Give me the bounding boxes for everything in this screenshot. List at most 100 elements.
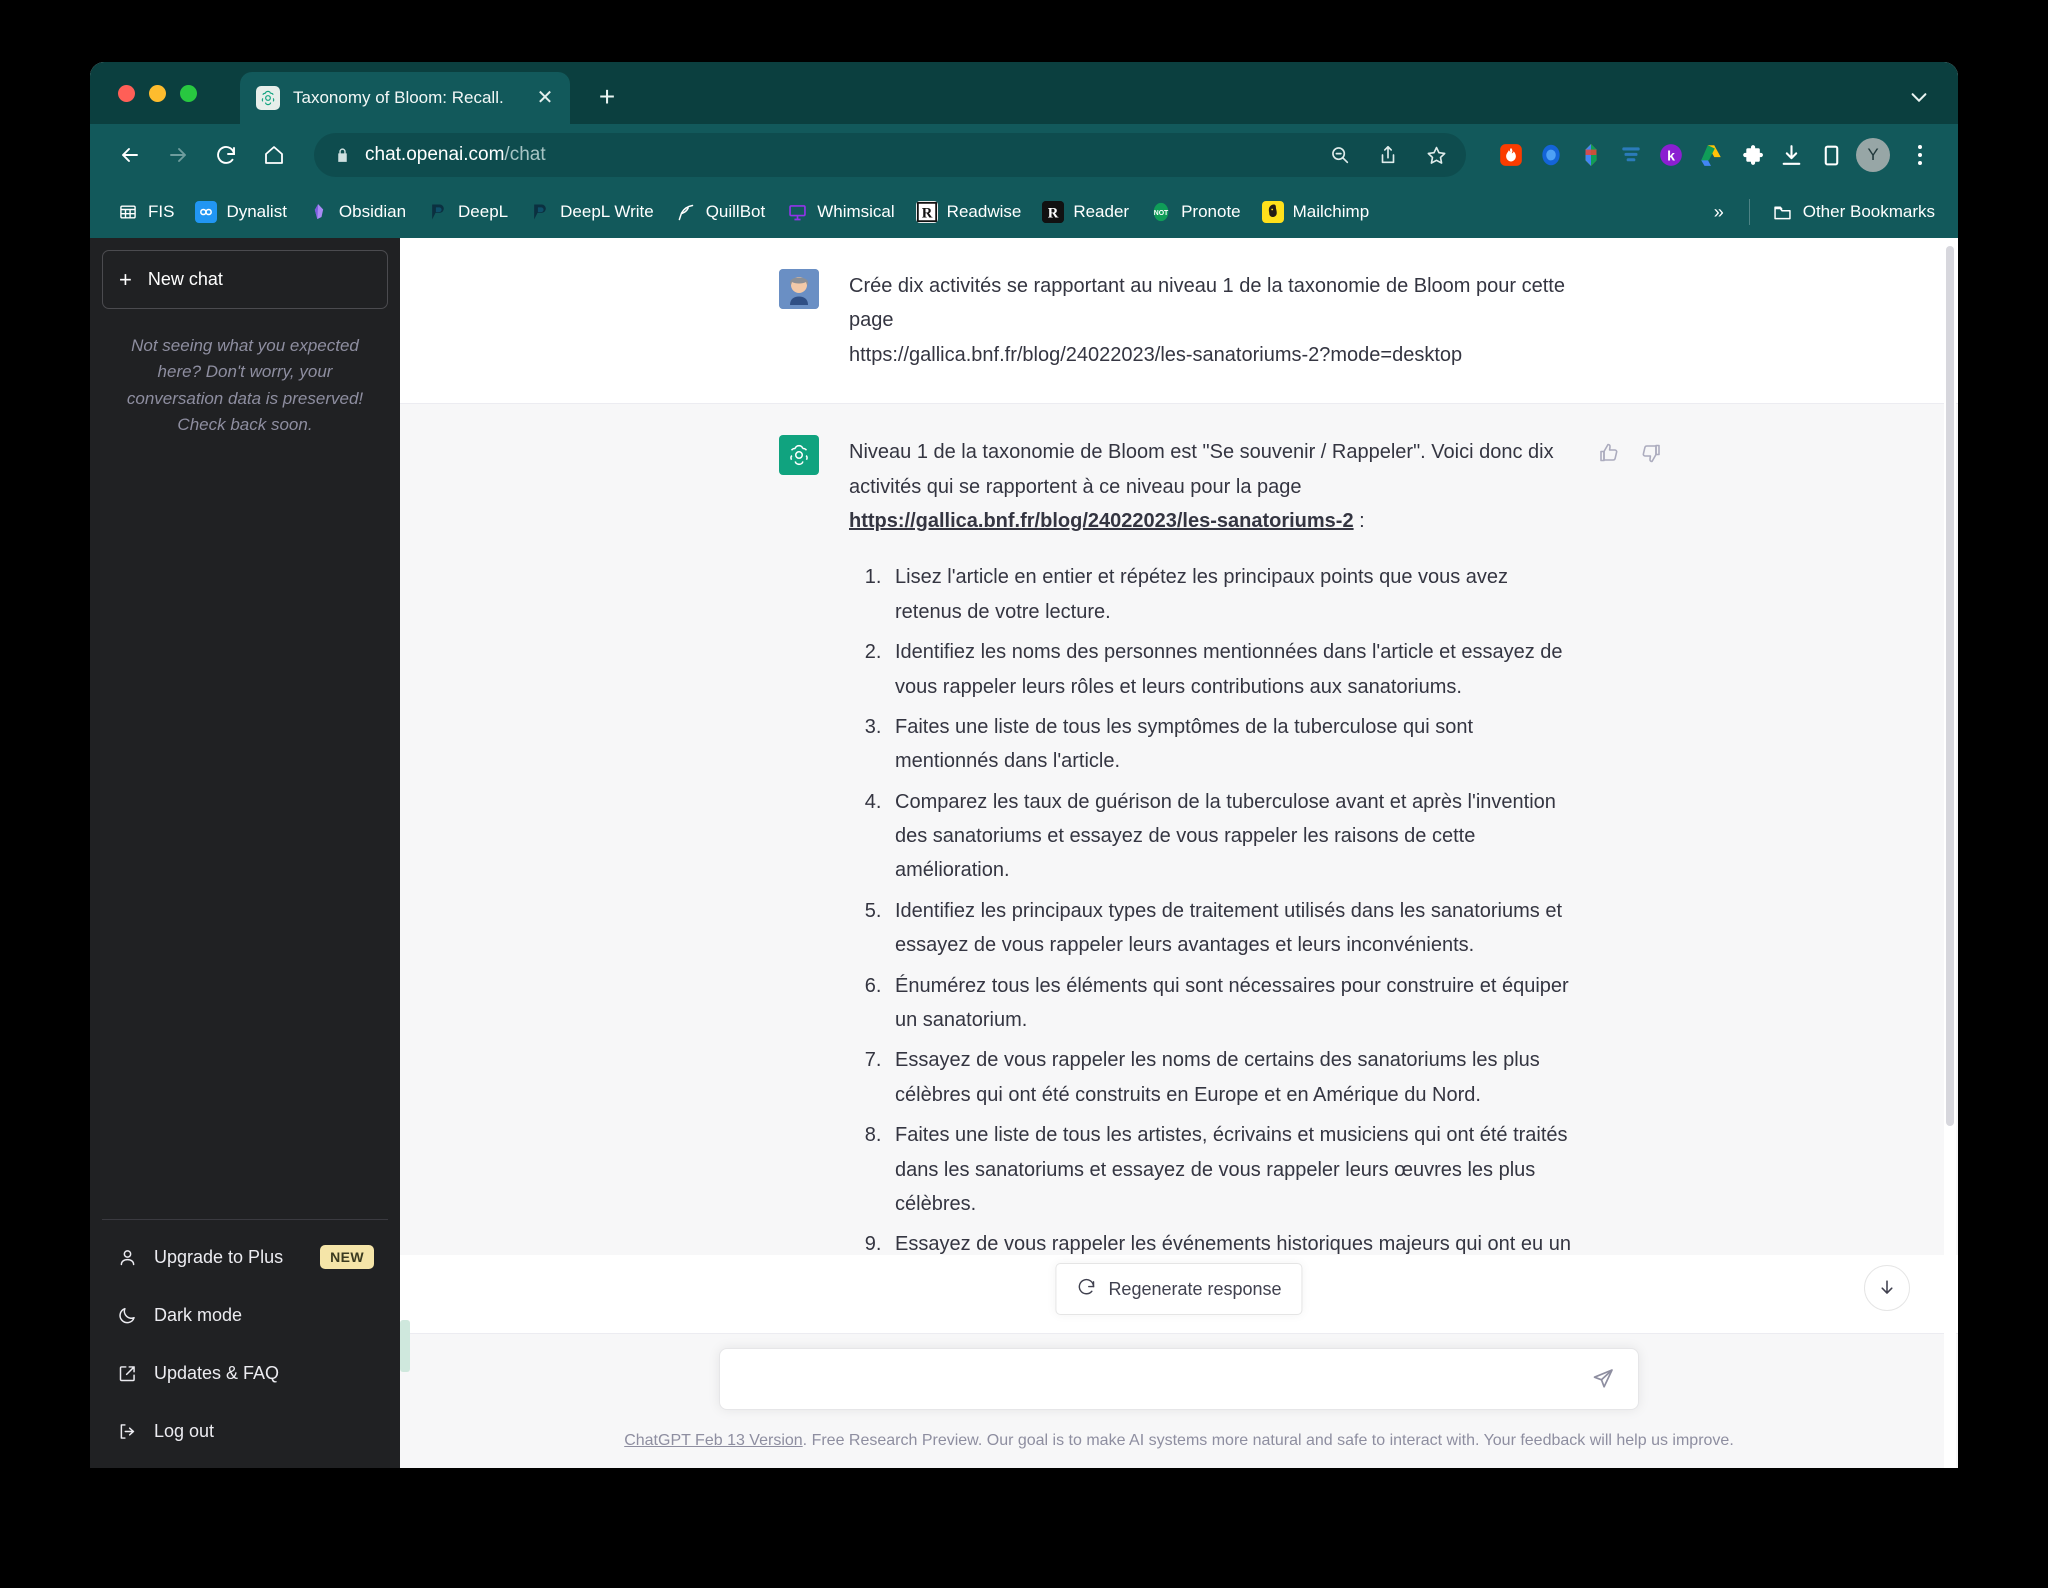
bookmarks-overflow-button[interactable]: » [1702,198,1736,227]
blue-circle-icon[interactable] [1536,140,1566,170]
list-item: Lisez l'article en entier et répétez les… [887,560,1579,629]
hotjar-icon[interactable] [1496,140,1526,170]
bookmark-deepl-write[interactable]: DeepL Write [520,196,663,228]
bookmark-label: Mailchimp [1292,202,1370,221]
browser-window: Taxonomy of Bloom: Recall. ✕ + chat.open… [90,62,1958,1468]
source-link[interactable]: https://gallica.bnf.fr/blog/24022023/les… [849,510,1354,532]
bookmark-readwise[interactable]: R Readwise [907,196,1031,228]
bookmark-obsidian[interactable]: Obsidian [299,196,415,228]
reload-icon[interactable] [204,133,248,177]
bookmark-star-icon[interactable] [1416,135,1456,175]
google-drive-icon[interactable] [1696,140,1726,170]
list-item: Identifiez les principaux types de trait… [887,894,1579,963]
bookmark-label: Obsidian [338,202,407,221]
browser-tab[interactable]: Taxonomy of Bloom: Recall. ✕ [240,72,570,124]
bookmark-label: DeepL [458,202,509,221]
reader-icon: R [1042,201,1065,223]
list-item: Identifiez les noms des personnes mentio… [887,635,1579,704]
sidebar-item-upgrade[interactable]: Upgrade to Plus NEW [102,1228,388,1286]
url-path: /chat [504,144,546,165]
new-tab-button[interactable]: + [590,80,624,114]
address-bar[interactable]: chat.openai.com/chat [314,133,1466,177]
page-content: + New chat Not seeing what you expected … [90,238,1958,1468]
bookmark-fis[interactable]: FIS [108,196,183,228]
thumbs-up-icon[interactable] [1595,439,1623,467]
url-host: chat.openai.com [365,144,505,165]
assistant-intro-after: : [1353,509,1365,532]
assistant-intro-before: Niveau 1 de la taxonomie de Bloom est "S… [849,441,1554,498]
chevron-down-icon[interactable] [1904,82,1934,112]
minimize-window-button[interactable] [149,84,166,102]
extensions-puzzle-icon[interactable] [1736,140,1766,170]
bookmark-deepl[interactable]: DeepL [418,196,517,228]
bookmark-quillbot[interactable]: QuillBot [666,196,775,228]
bookmark-label: Whimsical [817,202,895,221]
bookmark-reader[interactable]: R Reader [1033,196,1138,228]
plus-icon: + [119,266,132,292]
version-link[interactable]: ChatGPT Feb 13 Version [624,1432,802,1449]
omnibox-actions [1320,135,1458,175]
downloads-icon[interactable] [1776,140,1806,170]
back-arrow-icon[interactable] [108,133,152,177]
activity-list: Lisez l'article en entier et répétez les… [849,560,1579,1371]
sidebar-notice: Not seeing what you expected here? Don't… [126,336,364,435]
deepl-write-icon [529,201,551,223]
sidebar-item-label: Log out [154,1420,215,1441]
bookmark-whimsical[interactable]: Whimsical [777,196,903,228]
bookmark-label: Pronote [1181,202,1241,221]
maximize-window-button[interactable] [180,84,197,102]
bookmarks-bar: FIS Dynalist Obsidian DeepL DeepL Write [90,186,1958,238]
list-item: Faites une liste de tous les symptômes d… [887,710,1579,779]
user-message-line-2: https://gallica.bnf.fr/blog/24022023/les… [849,343,1463,366]
regenerate-row: Regenerate response [400,1255,1958,1333]
scrollbar-thumb[interactable] [1946,246,1954,1126]
sidebar-item-log-out[interactable]: Log out [102,1402,388,1460]
deepl-icon [427,201,449,223]
page-scrollbar[interactable] [1944,238,1956,1468]
kebab-menu-icon[interactable] [1904,138,1936,172]
window-controls [118,62,197,124]
home-icon[interactable] [252,133,296,177]
sidebar-item-label: Updates & FAQ [154,1362,280,1383]
thumbs-down-icon[interactable] [1637,439,1665,467]
scroll-to-bottom-button[interactable] [1864,1265,1910,1311]
feedback-buttons [1595,439,1665,467]
svg-text:R: R [921,206,932,222]
sidebar-item-updates-faq[interactable]: Updates & FAQ [102,1344,388,1402]
bookmark-label: Reader [1073,202,1130,221]
send-icon[interactable] [1586,1362,1620,1396]
regenerate-response-button[interactable]: Regenerate response [1055,1263,1303,1315]
svg-text:NOT: NOT [1154,210,1169,217]
external-link-icon [116,1362,138,1384]
pronote-icon: NOT [1150,201,1172,223]
bookmark-dynalist[interactable]: Dynalist [186,196,295,228]
bookmark-label: Dynalist [226,202,287,221]
list-item: Faites une liste de tous les artistes, é… [887,1118,1579,1221]
new-chat-button[interactable]: + New chat [102,250,388,309]
share-icon[interactable] [1368,135,1408,175]
close-window-button[interactable] [118,84,135,102]
other-bookmarks-label: Other Bookmarks [1802,202,1935,221]
avatar[interactable]: Y [1856,138,1890,172]
workflowy-icon[interactable] [1616,140,1646,170]
status-badge: NEW [320,1245,374,1269]
evernote-icon[interactable] [1576,140,1606,170]
bookmark-pronote[interactable]: NOT Pronote [1141,196,1250,228]
sidebar-accent-edge [400,1320,410,1372]
bookmark-mailchimp[interactable]: Mailchimp [1253,196,1379,228]
assistant-intro: Niveau 1 de la taxonomie de Bloom est "S… [849,435,1579,538]
chat-input-container[interactable] [719,1348,1639,1410]
list-item: Comparez les taux de guérison de la tube… [887,785,1579,888]
dynalist-icon [195,201,218,223]
sidebar-item-dark-mode[interactable]: Dark mode [102,1286,388,1344]
close-tab-button[interactable]: ✕ [532,85,558,111]
svg-text:k: k [1667,147,1675,163]
zoom-out-icon[interactable] [1320,135,1360,175]
other-bookmarks-button[interactable]: Other Bookmarks [1763,196,1944,228]
tab-strip: Taxonomy of Bloom: Recall. ✕ + [90,62,1958,124]
kami-icon[interactable]: k [1656,140,1686,170]
regenerate-label: Regenerate response [1108,1278,1282,1299]
forward-arrow-icon[interactable] [156,133,200,177]
reading-list-icon[interactable] [1816,140,1846,170]
avatar [779,269,819,309]
